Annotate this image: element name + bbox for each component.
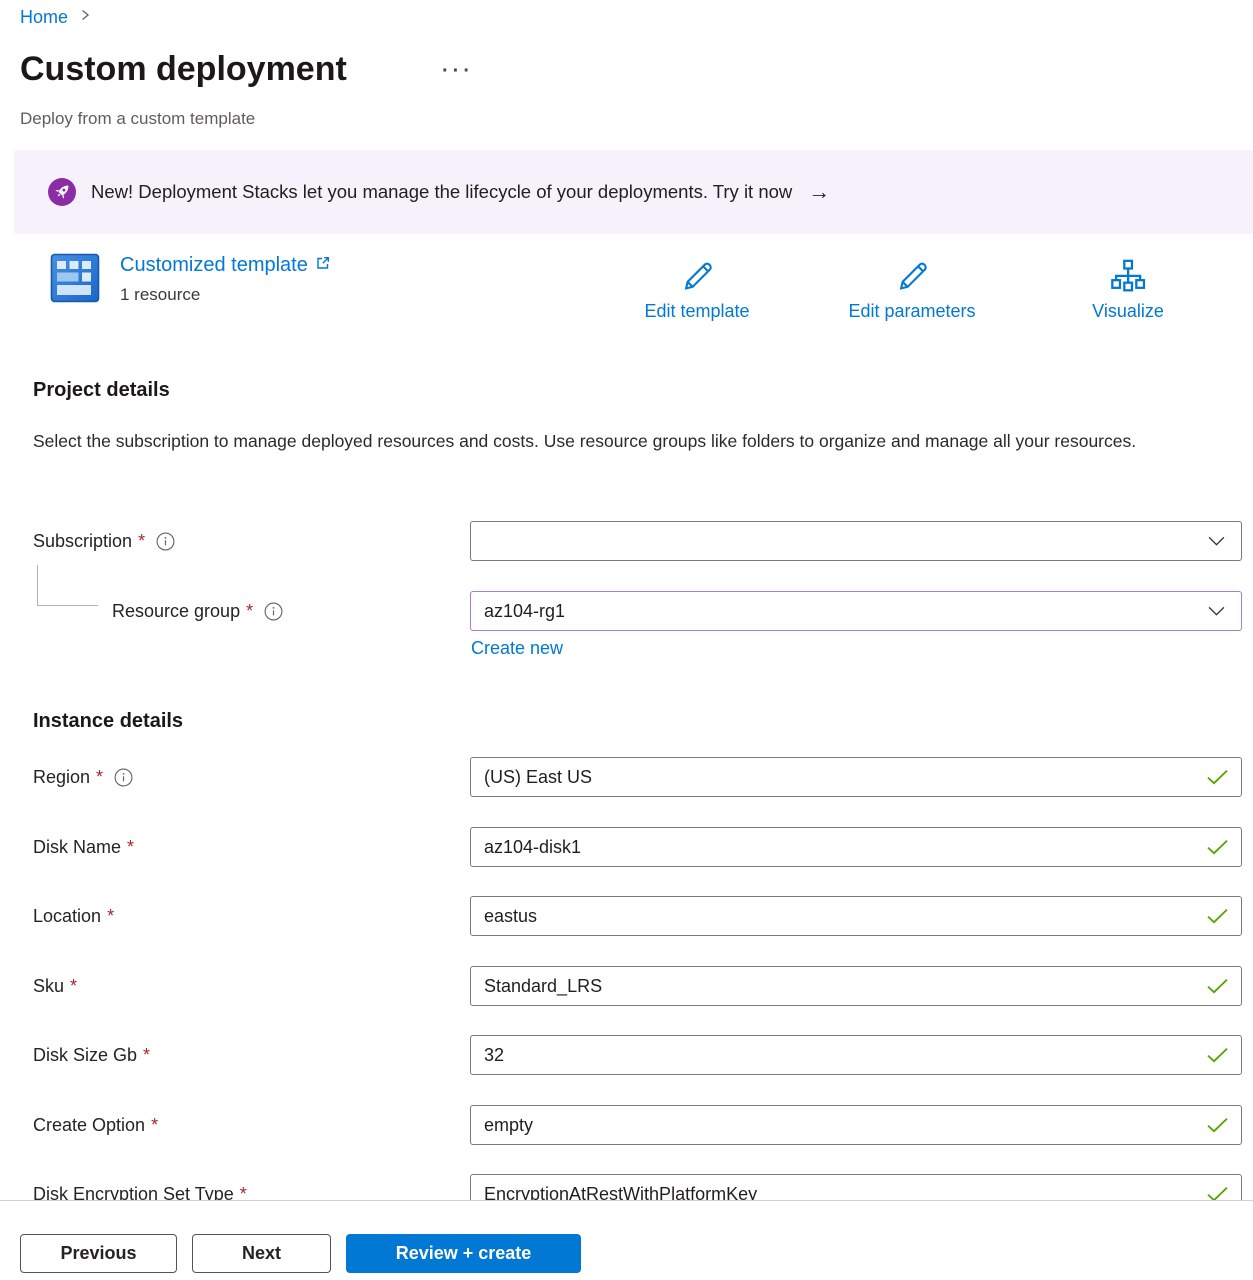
sku-input[interactable] [470, 966, 1242, 1006]
pencil-icon [677, 255, 717, 299]
required-asterisk: * [127, 837, 134, 858]
field-row-disk-size-gb: Disk Size Gb * [33, 1035, 1242, 1075]
subscription-resourcegroup-connector [37, 565, 98, 606]
required-asterisk: * [138, 531, 145, 552]
required-asterisk: * [246, 601, 253, 622]
chevron-down-icon[interactable] [1207, 603, 1226, 619]
valid-check-icon [1206, 839, 1229, 855]
pencil-icon [892, 255, 932, 299]
resource-group-input[interactable] [470, 591, 1242, 631]
required-asterisk: * [143, 1045, 150, 1066]
info-icon[interactable] [114, 768, 133, 787]
field-label-text: Location [33, 906, 101, 927]
previous-button[interactable]: Previous [20, 1234, 177, 1273]
field-row-region: Region * [33, 757, 1242, 797]
field-row-resource-group: Resource group * Create new [33, 591, 1242, 631]
field-label-text: Disk Size Gb [33, 1045, 137, 1066]
breadcrumb-home-link[interactable]: Home [20, 7, 68, 28]
action-label: Edit parameters [848, 301, 975, 322]
field-row-disk-name: Disk Name * [33, 827, 1242, 867]
field-row-subscription: Subscription * [33, 521, 1242, 561]
field-label-text: Sku [33, 976, 64, 997]
location-input[interactable] [470, 896, 1242, 936]
rocket-icon [48, 178, 76, 206]
create-new-link[interactable]: Create new [471, 638, 563, 659]
flowchart-icon [1108, 255, 1148, 299]
info-icon[interactable] [156, 532, 175, 551]
field-label-text: Create Option [33, 1115, 145, 1136]
field-label: Location * [33, 896, 114, 936]
field-row-sku: Sku * [33, 966, 1242, 1006]
toolbar-actions: Edit template Edit parameters Visualize [0, 255, 1253, 331]
field-label: Region * [33, 757, 133, 797]
field-control [470, 1105, 1242, 1145]
breadcrumb: Home [20, 7, 92, 28]
valid-check-icon [1206, 1047, 1229, 1063]
disk-size-gb-input[interactable] [470, 1035, 1242, 1075]
field-label-text: Resource group [112, 601, 240, 622]
banner-message: New! Deployment Stacks let you manage th… [91, 181, 792, 203]
subscription-input[interactable] [470, 521, 1242, 561]
disk-name-input[interactable] [470, 827, 1242, 867]
field-label: Disk Name * [33, 827, 134, 867]
field-control [470, 827, 1242, 867]
required-asterisk: * [70, 976, 77, 997]
action-visualize[interactable]: Visualize [1092, 255, 1164, 322]
field-control [470, 757, 1242, 797]
footer-bar: Previous Next Review + create [0, 1200, 1253, 1280]
required-asterisk: * [151, 1115, 158, 1136]
field-row-location: Location * [33, 896, 1242, 936]
required-asterisk: * [107, 906, 114, 927]
info-icon[interactable] [264, 602, 283, 621]
field-label-text: Region [33, 767, 90, 788]
deployment-stacks-banner[interactable]: New! Deployment Stacks let you manage th… [14, 150, 1253, 234]
project-details-heading: Project details [33, 379, 170, 402]
project-details-description: Select the subscription to manage deploy… [33, 426, 1183, 457]
page-title: Custom deployment [20, 50, 347, 89]
field-control [470, 521, 1242, 561]
field-label: Create Option * [33, 1105, 158, 1145]
field-label: Subscription * [33, 521, 175, 561]
field-control: Create new [470, 591, 1242, 631]
action-label: Edit template [644, 301, 749, 322]
review-create-button[interactable]: Review + create [346, 1234, 581, 1273]
region-input[interactable] [470, 757, 1242, 797]
field-control [470, 1035, 1242, 1075]
action-edit-parameters[interactable]: Edit parameters [848, 255, 975, 322]
field-label-text: Subscription [33, 531, 132, 552]
field-row-create-option: Create Option * [33, 1105, 1242, 1145]
action-edit-template[interactable]: Edit template [644, 255, 749, 322]
valid-check-icon [1206, 978, 1229, 994]
more-options-button[interactable]: ··· [442, 60, 474, 83]
valid-check-icon [1206, 908, 1229, 924]
field-label: Resource group * [112, 591, 283, 631]
next-button[interactable]: Next [192, 1234, 331, 1273]
field-label: Disk Size Gb * [33, 1035, 150, 1075]
field-label: Sku * [33, 966, 77, 1006]
field-control [470, 966, 1242, 1006]
create-option-input[interactable] [470, 1105, 1242, 1145]
chevron-down-icon[interactable] [1207, 533, 1226, 549]
instance-details-heading: Instance details [33, 710, 183, 733]
page-subtitle: Deploy from a custom template [20, 109, 255, 129]
field-label-text: Disk Name [33, 837, 121, 858]
valid-check-icon [1206, 1117, 1229, 1133]
required-asterisk: * [96, 767, 103, 788]
breadcrumb-chevron-icon [79, 7, 92, 28]
field-control [470, 896, 1242, 936]
arrow-right-icon: → [808, 181, 830, 203]
action-label: Visualize [1092, 301, 1164, 322]
valid-check-icon [1206, 769, 1229, 785]
custom-deployment-page: Home Custom deployment ··· Deploy from a… [0, 0, 1253, 1280]
